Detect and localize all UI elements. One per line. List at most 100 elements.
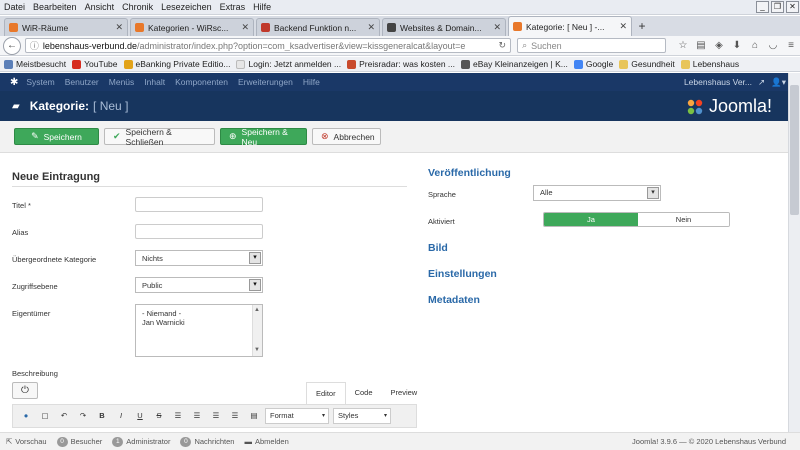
alias-input[interactable] — [135, 224, 263, 239]
close-tab-icon[interactable]: ✕ — [367, 22, 375, 33]
menu-bearbeiten[interactable]: Bearbeiten — [29, 2, 81, 12]
format-select[interactable]: Format ▾ — [265, 408, 329, 424]
active-yes-button[interactable]: Ja — [544, 213, 638, 226]
styles-select[interactable]: Styles ▾ — [333, 408, 391, 424]
new-tab-icon[interactable]: + — [634, 18, 650, 36]
hamburger-menu-icon[interactable]: ≡ — [782, 40, 800, 51]
menu-datei[interactable]: Datei — [0, 2, 29, 12]
browser-tab[interactable]: Websites & Domain... ✕ — [382, 18, 506, 36]
menu-chronik[interactable]: Chronik — [118, 2, 157, 12]
parent-category-select[interactable]: Nichts ▾ — [135, 250, 263, 266]
visitors-indicator[interactable]: 0 Besucher — [56, 436, 102, 447]
scroll-up-icon[interactable]: ▲ — [254, 306, 260, 315]
access-level-select[interactable]: Public ▾ — [135, 277, 263, 293]
admin-menu-components[interactable]: Komponenten — [175, 77, 228, 87]
menu-lesezeichen[interactable]: Lesezeichen — [157, 2, 216, 12]
save-new-button[interactable]: ⊕ Speichern & Neu — [220, 127, 307, 147]
align-left-icon[interactable]: ☰ — [170, 408, 186, 424]
title-input[interactable] — [135, 197, 263, 212]
strikethrough-icon[interactable]: S — [151, 408, 167, 424]
bookmark-item[interactable]: Preisradar: was kosten ... — [347, 59, 455, 69]
external-link-icon[interactable]: ↗ — [758, 77, 765, 88]
new-document-icon[interactable]: ▢ — [37, 408, 53, 424]
admins-indicator[interactable]: 1 Administrator — [112, 436, 170, 447]
admin-menu-extensions[interactable]: Erweiterungen — [238, 77, 293, 87]
owner-listbox[interactable]: - Niemand - Jan Warnicki ▲ ▼ — [135, 304, 263, 357]
close-tab-icon[interactable]: ✕ — [493, 22, 501, 33]
redo-icon[interactable]: ↷ — [75, 408, 91, 424]
tab-code[interactable]: Code — [346, 382, 382, 404]
menu-ansicht[interactable]: Ansicht — [81, 2, 119, 12]
download-icon[interactable]: ⬇ — [728, 40, 746, 51]
bookmark-item[interactable]: eBay Kleinanzeigen | K... — [461, 59, 568, 69]
bookmark-folder[interactable]: Lebenshaus — [680, 59, 739, 69]
language-select[interactable]: Alle ▾ — [533, 185, 661, 201]
undo-icon[interactable]: ↶ — [56, 408, 72, 424]
owner-option[interactable]: - Niemand - — [142, 309, 256, 318]
toggle-editor-button[interactable]: ⏻ — [12, 382, 38, 399]
section-metadata[interactable]: Metadaten — [428, 294, 480, 306]
back-icon[interactable]: ← — [3, 36, 21, 55]
bookmark-item[interactable]: Meistbesucht — [4, 59, 66, 69]
browser-tab-active[interactable]: Kategorie: [ Neu ] -... ✕ — [508, 16, 632, 36]
help-icon[interactable]: ● — [18, 408, 34, 424]
admin-menu-menus[interactable]: Menüs — [109, 77, 135, 87]
pocket-icon[interactable]: ◡ — [764, 40, 782, 51]
tab-preview[interactable]: Preview — [382, 382, 427, 404]
listbox-scrollbar[interactable]: ▲ ▼ — [252, 305, 262, 356]
close-tab-icon[interactable]: ✕ — [115, 22, 123, 33]
active-no-button[interactable]: Nein — [638, 213, 729, 226]
browser-tab[interactable]: WiR-Räume ✕ — [4, 18, 128, 36]
chevron-down-icon: ▾ — [647, 187, 659, 199]
close-tab-icon[interactable]: ✕ — [241, 22, 249, 33]
star-icon[interactable]: ☆ — [674, 40, 692, 51]
scroll-down-icon[interactable]: ▼ — [254, 346, 260, 355]
bookmark-folder[interactable]: Gesundheit — [619, 59, 675, 69]
underline-icon[interactable]: U — [132, 408, 148, 424]
reload-icon[interactable]: ↻ — [499, 40, 507, 51]
admin-menu-content[interactable]: Inhalt — [144, 77, 165, 87]
align-center-icon[interactable]: ☰ — [189, 408, 205, 424]
minimize-button[interactable]: _ — [756, 1, 769, 13]
bookmark-item[interactable]: Google — [573, 59, 613, 69]
close-tab-icon[interactable]: ✕ — [619, 21, 627, 32]
scrollbar-thumb[interactable] — [790, 85, 799, 215]
save-close-button[interactable]: ✔ Speichern & Schließen — [104, 127, 215, 147]
close-window-button[interactable]: ✕ — [786, 1, 799, 13]
site-name-link[interactable]: Lebenshaus Ver... — [684, 77, 752, 88]
messages-indicator[interactable]: 0 Nachrichten — [180, 436, 234, 447]
browser-tab[interactable]: Backend Funktion n... ✕ — [256, 18, 380, 36]
user-icon[interactable]: 👤▾ — [771, 77, 786, 88]
url-bar[interactable]: ⓘ lebenshaus-verbund.de /administrator/i… — [24, 38, 512, 53]
save-label: Speichern — [43, 131, 82, 142]
home-icon[interactable]: ⌂ — [746, 40, 764, 51]
admin-menu-users[interactable]: Benutzer — [65, 77, 99, 87]
admin-menu-help[interactable]: Hilfe — [303, 77, 320, 87]
page-scrollbar[interactable] — [788, 73, 800, 432]
bold-icon[interactable]: B — [94, 408, 110, 424]
preview-link[interactable]: ⇱ Vorschau — [6, 437, 47, 446]
tab-editor[interactable]: Editor — [306, 382, 346, 404]
shield-icon[interactable]: ◈ — [710, 40, 728, 51]
section-image[interactable]: Bild — [428, 242, 448, 254]
align-justify-icon[interactable]: ☰ — [227, 408, 243, 424]
menu-extras[interactable]: Extras — [216, 2, 250, 12]
align-right-icon[interactable]: ☰ — [208, 408, 224, 424]
menu-hilfe[interactable]: Hilfe — [249, 2, 275, 12]
maximize-button[interactable]: ❐ — [771, 1, 784, 13]
bookmark-item[interactable]: YouTube — [72, 59, 118, 69]
browser-tab[interactable]: Kategorien - WiRsc... ✕ — [130, 18, 254, 36]
format-clear-icon[interactable]: ▤ — [246, 408, 262, 424]
owner-option[interactable]: Jan Warnicki — [142, 318, 256, 327]
search-bar[interactable]: ⌕ Suchen — [517, 38, 666, 53]
cancel-button[interactable]: ⊗ Abbrechen — [312, 128, 381, 145]
logout-link[interactable]: ▬ Abmelden — [244, 437, 288, 446]
admin-menu-system[interactable]: System — [26, 77, 54, 87]
italic-icon[interactable]: I — [113, 408, 129, 424]
joomla-icon[interactable]: ✱ — [10, 77, 18, 88]
save-button[interactable]: ✎ Speichern — [14, 128, 99, 145]
bookmark-item[interactable]: eBanking Private Editio... — [123, 59, 230, 69]
reading-list-icon[interactable]: ▤ — [692, 40, 710, 51]
section-settings[interactable]: Einstellungen — [428, 268, 497, 280]
bookmark-item[interactable]: Login: Jetzt anmelden ... — [236, 59, 341, 69]
